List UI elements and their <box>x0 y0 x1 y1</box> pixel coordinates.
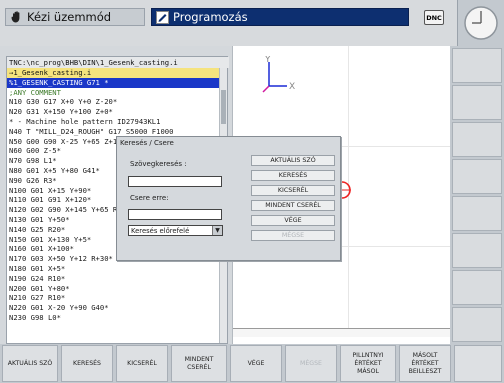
header-bar: Kézi üzemmód Programozás DNC <box>0 0 504 46</box>
axis-x-label: X <box>289 82 295 92</box>
replace-input[interactable] <box>128 209 222 220</box>
horizontal-ruler <box>233 328 451 337</box>
chevron-down-icon[interactable]: ▼ <box>212 226 222 235</box>
cancel-button[interactable]: MÉGSE <box>251 230 335 241</box>
hand-icon <box>9 10 23 24</box>
replace-label: Csere erre: <box>130 194 169 202</box>
current-word-button[interactable]: AKTUÁLIS SZÓ <box>251 155 335 166</box>
clock-icon <box>464 6 498 40</box>
program-line[interactable]: ;ANY COMMENT <box>7 88 221 98</box>
replace-all-button[interactable]: MINDENT CSERÉL <box>251 200 335 211</box>
replace-button[interactable]: KICSERÉL <box>251 185 335 196</box>
softkey-end[interactable]: VÉGE <box>230 345 282 382</box>
program-line[interactable]: N220 G01 X-20 Y+90 G40* <box>7 303 221 313</box>
vertical-softkey[interactable] <box>452 159 502 194</box>
vertical-softkey[interactable] <box>452 48 502 83</box>
search-label: Szövegkeresés : <box>130 160 187 168</box>
program-line[interactable]: * - Machine hole pattern ID27943KL1 <box>7 117 221 127</box>
search-input[interactable] <box>128 176 222 187</box>
softkey-copy-current-value[interactable]: PILLNTNYI ÉRTÉKET MÁSOL <box>340 345 396 382</box>
softkey-cancel[interactable]: MÉGSE <box>285 345 337 382</box>
tool-position-marker <box>339 181 351 199</box>
coordinate-axes-icon: Y X <box>262 56 295 93</box>
axis-y-label: Y <box>264 56 271 65</box>
clock-panel <box>457 0 504 46</box>
end-button[interactable]: VÉGE <box>251 215 335 226</box>
program-line[interactable]: →1_Gesenk_casting.i <box>7 68 221 78</box>
vertical-softkey[interactable] <box>452 270 502 305</box>
dialog-title: Keresés / Csere <box>120 139 174 147</box>
vertical-softkey[interactable] <box>452 122 502 157</box>
softkey-paste-copied-value[interactable]: MÁSOLT ÉRTÉKET BEILLESZT <box>399 345 451 382</box>
softkey-current-word[interactable]: AKTUÁLIS SZÓ <box>2 345 58 382</box>
vertical-softkey[interactable] <box>452 85 502 120</box>
program-line[interactable]: N190 G24 R10* <box>7 274 221 284</box>
edit-mode-icon <box>155 10 169 24</box>
softkey-extra[interactable] <box>454 345 502 382</box>
vertical-softkey[interactable] <box>452 233 502 268</box>
search-replace-dialog: Keresés / Csere Szövegkeresés : Csere er… <box>116 136 341 261</box>
program-path: TNC:\nc_prog\BHB\DIN\1_Gesenk_casting.i <box>7 57 229 68</box>
mode-manual-tab[interactable]: Kézi üzemmód <box>5 8 145 26</box>
mode-manual-label: Kézi üzemmód <box>27 10 112 24</box>
vertical-softkey[interactable] <box>452 307 502 342</box>
mode-programming-label: Programozás <box>173 10 248 24</box>
program-line[interactable]: %1_GESENK_CASTING G71 * <box>7 77 221 88</box>
softkey-replace-all[interactable]: MINDENT CSERÉL <box>171 345 227 382</box>
softkey-bar: AKTUÁLIS SZÓ KERESÉS KICSERÉL MINDENT CS… <box>0 344 504 383</box>
softkey-search[interactable]: KERESÉS <box>61 345 113 382</box>
softkey-replace[interactable]: KICSERÉL <box>116 345 168 382</box>
mode-programming-tab[interactable]: Programozás <box>151 8 409 26</box>
scrollbar-thumb[interactable] <box>221 90 226 124</box>
program-line[interactable]: N180 G01 X+5* <box>7 264 221 274</box>
dnc-icon[interactable]: DNC <box>424 10 444 25</box>
direction-value: Keresés előrefelé <box>131 227 190 235</box>
program-line[interactable]: N230 G98 L0* <box>7 313 221 323</box>
program-line[interactable]: N210 G27 R10* <box>7 293 221 303</box>
program-line[interactable]: N20 G31 X+150 Y+100 Z+0* <box>7 107 221 117</box>
direction-select[interactable]: Keresés előrefelé ▼ <box>128 225 223 236</box>
program-line[interactable]: N10 G30 G17 X+0 Y+0 Z-20* <box>7 97 221 107</box>
dnc-label: DNC <box>426 13 442 22</box>
program-line[interactable]: N200 G01 Y+80* <box>7 284 221 294</box>
search-button[interactable]: KERESÉS <box>251 170 335 181</box>
vertical-softkey-bar <box>450 46 504 344</box>
vertical-softkey[interactable] <box>452 196 502 231</box>
